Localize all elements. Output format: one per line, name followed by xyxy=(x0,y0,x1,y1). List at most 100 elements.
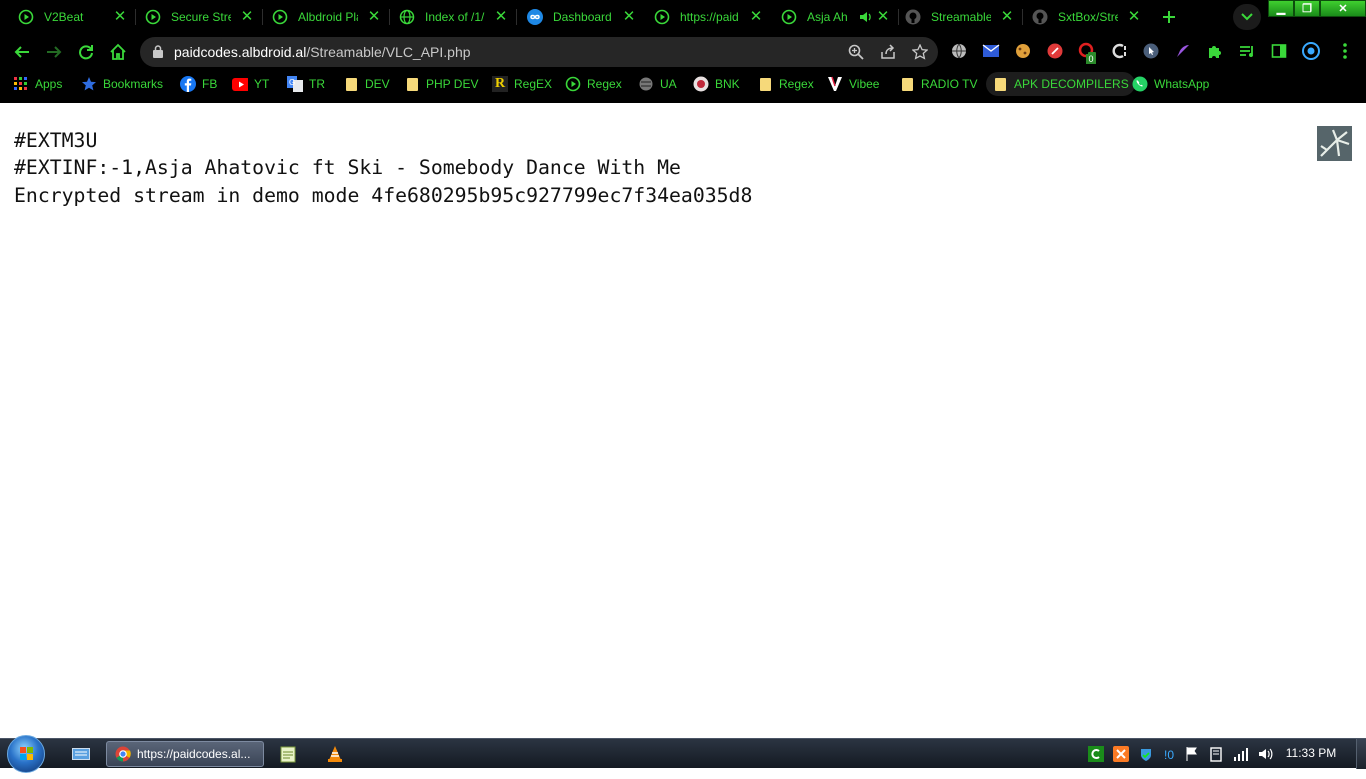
network-signal-icon[interactable] xyxy=(1233,746,1249,762)
globe-extension-icon[interactable] xyxy=(950,42,968,60)
tab-dashboard[interactable]: Dashboard ✕ xyxy=(509,0,645,34)
cursor-extension-icon[interactable] xyxy=(1142,42,1160,60)
tray-shield-icon[interactable] xyxy=(1138,746,1154,762)
close-tab-icon[interactable]: ✕ xyxy=(999,9,1015,25)
tab-github-sxtbox[interactable]: SxtBox/Stre ✕ xyxy=(1014,0,1150,34)
notepad-icon[interactable] xyxy=(279,745,297,763)
bookmark-bookmarks[interactable]: Bookmarks xyxy=(81,72,163,96)
tab-search-button[interactable] xyxy=(1233,4,1261,30)
close-tab-icon[interactable]: ✕ xyxy=(1126,9,1142,25)
tray-idm-icon[interactable]: !0 xyxy=(1163,746,1179,762)
bookmark-label: TR xyxy=(309,77,325,91)
media-queue-icon[interactable] xyxy=(1238,42,1256,60)
kebab-menu-icon[interactable] xyxy=(1336,42,1354,60)
back-button[interactable] xyxy=(10,40,34,64)
taskbar-chrome-button[interactable]: https://paidcodes.al... xyxy=(106,741,264,767)
reload-button[interactable] xyxy=(74,40,98,64)
plus-icon xyxy=(1163,11,1175,23)
bookmark-ua[interactable]: UA xyxy=(638,72,677,96)
close-tab-icon[interactable]: ✕ xyxy=(239,9,255,25)
tab-title: Albdroid Pla xyxy=(298,10,358,24)
vlc-icon[interactable] xyxy=(326,745,344,763)
tab-index-of[interactable]: Index of /1/ ✕ xyxy=(381,0,517,34)
svg-text:G: G xyxy=(289,78,295,87)
play-circle-icon xyxy=(565,76,581,92)
action-center-flag-icon[interactable] xyxy=(1184,746,1200,762)
show-desktop-button[interactable] xyxy=(1356,739,1366,769)
bookmark-folder-dev[interactable]: DEV xyxy=(343,72,390,96)
colorzilla-extension-icon[interactable] xyxy=(1110,42,1128,60)
tab-title: V2Beat xyxy=(44,10,84,24)
feather-extension-icon[interactable] xyxy=(1174,42,1192,60)
tab-paidcodes-active[interactable]: https://paid ✕ xyxy=(636,0,772,34)
bookmark-fb[interactable]: FB xyxy=(180,72,217,96)
bookmark-bnk[interactable]: BNK xyxy=(693,72,740,96)
m3u-header-line: #EXTM3U xyxy=(14,129,98,152)
bookmark-apps[interactable]: Apps xyxy=(13,72,62,96)
bookmark-folder-radio-tv[interactable]: RADIO TV xyxy=(899,72,977,96)
pen-extension-icon[interactable] xyxy=(1046,42,1064,60)
close-tab-icon[interactable]: ✕ xyxy=(112,9,128,25)
mail-extension-icon[interactable] xyxy=(982,42,1000,60)
close-window-button[interactable]: ✕ xyxy=(1320,0,1366,17)
restore-button[interactable]: ❐ xyxy=(1294,0,1320,17)
bookmark-label: RegEX xyxy=(514,77,553,91)
window-controls: ▁ ❐ ✕ xyxy=(1268,0,1366,17)
tab-v2beat[interactable]: V2Beat ✕ xyxy=(0,0,136,34)
bookmark-vibee[interactable]: Vibee xyxy=(827,72,879,96)
tab-github-streamable[interactable]: Streamable ✕ xyxy=(887,0,1023,34)
play-circle-icon xyxy=(18,9,34,25)
bookmark-whatsapp[interactable]: WhatsApp xyxy=(1132,72,1209,96)
tab-title: Index of /1/ xyxy=(425,10,485,24)
bookmark-star-icon[interactable] xyxy=(911,43,929,60)
tray-green-c-icon[interactable] xyxy=(1088,746,1104,762)
tray-device-icon[interactable] xyxy=(1208,746,1224,762)
close-tab-icon[interactable]: ✕ xyxy=(748,9,764,25)
profile-avatar-icon[interactable] xyxy=(1302,42,1320,60)
volume-icon[interactable] xyxy=(1258,746,1274,762)
bookmark-tr[interactable]: G TR xyxy=(287,72,325,96)
keyboard-icon[interactable] xyxy=(72,745,90,763)
bookmarks-bar: Apps Bookmarks FB YT G TR DEV PHP DEV R … xyxy=(0,70,1366,100)
forward-button[interactable] xyxy=(42,40,66,64)
tray-xampp-icon[interactable] xyxy=(1113,746,1129,762)
tab-asja-ahatovic[interactable]: Asja Ah ✕ xyxy=(763,0,899,34)
bookmark-folder-regex[interactable]: Regex xyxy=(757,72,814,96)
close-tab-icon[interactable]: ✕ xyxy=(366,9,382,25)
zoom-icon[interactable] xyxy=(848,44,864,60)
overlay-thumbnail-icon[interactable] xyxy=(1317,126,1352,161)
bookmark-folder-php-dev[interactable]: PHP DEV xyxy=(404,72,478,96)
apps-grid-icon xyxy=(13,76,29,92)
bookmark-regex-r[interactable]: R RegEX xyxy=(492,72,552,96)
bookmark-label: Vibee xyxy=(849,77,880,91)
folder-icon xyxy=(404,76,420,92)
bookmark-regex-play[interactable]: Regex xyxy=(565,72,622,96)
close-tab-icon[interactable]: ✕ xyxy=(621,9,637,25)
close-tab-icon[interactable]: ✕ xyxy=(493,9,509,25)
arrow-right-icon xyxy=(47,46,62,58)
lock-icon[interactable] xyxy=(153,45,163,63)
bookmark-folder-apk-decompilers[interactable]: APK DECOMPILERS xyxy=(986,72,1135,96)
address-bar[interactable]: paidcodes.albdroid.al/Streamable/VLC_API… xyxy=(140,37,938,67)
bookmark-yt[interactable]: YT xyxy=(232,72,269,96)
speaker-audio-icon[interactable] xyxy=(859,10,873,27)
m3u-stream-line: Encrypted stream in demo mode 4fe680295b… xyxy=(14,183,753,207)
url-path: /Streamable/VLC_API.php xyxy=(306,44,471,60)
home-button[interactable] xyxy=(106,40,130,64)
folder-icon xyxy=(899,76,915,92)
chevron-down-icon xyxy=(1241,13,1253,21)
tab-albdroid-player[interactable]: Albdroid Pla ✕ xyxy=(254,0,390,34)
tab-secure-stream[interactable]: Secure Stre ✕ xyxy=(127,0,263,34)
cookie-extension-icon[interactable] xyxy=(1014,42,1032,60)
minimize-button[interactable]: ▁ xyxy=(1268,0,1294,17)
new-tab-button[interactable] xyxy=(1155,4,1183,30)
share-icon[interactable] xyxy=(880,44,896,60)
bookmark-label: Regex xyxy=(779,77,814,91)
arrow-left-icon xyxy=(14,46,29,58)
start-button[interactable] xyxy=(7,735,45,773)
taskbar-clock[interactable]: 11:33 PM xyxy=(1280,746,1342,760)
puzzle-extensions-icon[interactable] xyxy=(1206,42,1224,60)
tab-title: SxtBox/Stre xyxy=(1058,10,1118,24)
side-panel-icon[interactable] xyxy=(1270,42,1288,60)
tab-title: Asja Ah xyxy=(807,10,848,24)
